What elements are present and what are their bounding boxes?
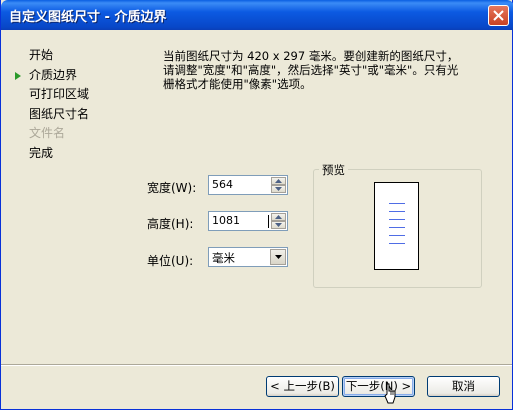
wizard-steps: 开始 介质边界 可打印区域 图纸尺寸名 文件名 完成 <box>15 46 125 163</box>
nav-item-media-bounds: 介质边界 <box>15 66 125 86</box>
divider <box>1 364 512 366</box>
nav-item-finish: 完成 <box>15 144 125 164</box>
preview-line <box>389 227 405 228</box>
preview-line <box>389 235 405 236</box>
instructions-line: 请调整"宽度"和"高度"，然后选择"英寸"或"毫米"。只有光 <box>163 63 459 77</box>
arrow-up-icon <box>275 179 282 183</box>
nav-item-file-name: 文件名 <box>15 124 125 144</box>
mouse-pointer-icon <box>384 383 396 404</box>
height-spin-up-button[interactable] <box>271 213 286 221</box>
paper-preview <box>374 182 419 270</box>
title-bar[interactable]: 自定义图纸尺寸 - 介质边界 <box>1 0 513 30</box>
nav-label: 介质边界 <box>29 67 78 82</box>
text-cursor <box>268 215 269 228</box>
unit-label: 单位(U): <box>147 254 194 268</box>
height-label: 高度(H): <box>147 217 194 231</box>
unit-dropdown[interactable]: 毫米 <box>208 247 288 267</box>
width-spinbox[interactable]: 564 <box>208 175 288 195</box>
instructions-text: 当前图纸尺寸为 420 x 297 毫米。要创建新的图纸尺寸， 请调整"宽度"和… <box>163 49 493 91</box>
preview-line <box>389 219 405 220</box>
instructions-line: 当前图纸尺寸为 420 x 297 毫米。要创建新的图纸尺寸， <box>163 49 459 63</box>
width-spin-down-button[interactable] <box>271 185 286 193</box>
arrow-down-icon <box>275 223 282 227</box>
preview-label: 预览 <box>319 162 348 178</box>
preview-line <box>389 211 405 212</box>
unit-value[interactable]: 毫米 <box>212 250 235 266</box>
arrow-up-icon <box>275 215 282 219</box>
next-button[interactable]: 下一步(N) > <box>342 376 415 397</box>
chevron-down-icon <box>275 255 282 259</box>
window-title: 自定义图纸尺寸 - 介质边界 <box>9 10 167 25</box>
height-value[interactable]: 1081 <box>212 214 240 227</box>
current-step-arrow-icon <box>15 71 21 80</box>
dialog-window: 自定义图纸尺寸 - 介质边界 开始 介质边界 可打印区域 图纸尺寸名 文件名 完… <box>0 0 513 410</box>
nav-label: 开始 <box>29 48 54 62</box>
back-button[interactable]: < 上一步(B) <box>266 376 339 397</box>
preview-line <box>389 243 405 244</box>
instructions-line: 栅格式才能使用"像素"选项。 <box>163 77 312 91</box>
width-value[interactable]: 564 <box>212 178 233 191</box>
arrow-down-icon <box>275 187 282 191</box>
unit-dropdown-button[interactable] <box>270 249 286 265</box>
height-spin-buttons <box>271 213 286 229</box>
height-spin-down-button[interactable] <box>271 221 286 229</box>
width-spin-buttons <box>271 177 286 193</box>
nav-label: 可打印区域 <box>29 87 90 101</box>
nav-item-printable-area: 可打印区域 <box>15 85 125 105</box>
width-label: 宽度(W): <box>147 181 197 195</box>
preview-line <box>389 203 405 204</box>
close-button[interactable] <box>488 5 509 26</box>
nav-item-start: 开始 <box>15 46 125 66</box>
nav-label: 图纸尺寸名 <box>29 106 90 121</box>
cancel-button[interactable]: 取消 <box>427 376 500 397</box>
nav-label: 完成 <box>29 145 54 160</box>
close-icon <box>493 10 504 21</box>
nav-label: 文件名 <box>29 126 66 140</box>
nav-item-paper-size-name: 图纸尺寸名 <box>15 105 125 125</box>
height-spinbox[interactable]: 1081 <box>208 211 288 231</box>
width-spin-up-button[interactable] <box>271 177 286 185</box>
